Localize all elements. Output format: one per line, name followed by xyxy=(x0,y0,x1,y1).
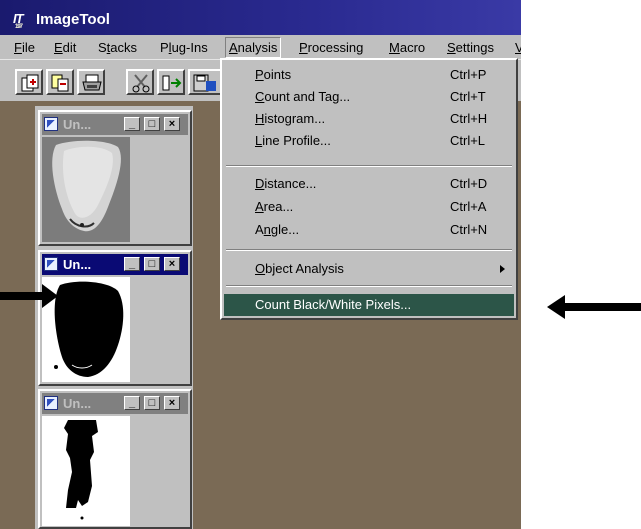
shortcut-label: Ctrl+T xyxy=(450,89,486,104)
menu-item-points[interactable]: Points Ctrl+P xyxy=(224,64,514,86)
analysis-menu: Points Ctrl+P Count and Tag... Ctrl+T Hi… xyxy=(220,58,518,320)
arrow-left-icon xyxy=(547,295,641,319)
shortcut-label: Ctrl+A xyxy=(450,199,487,214)
save-icon xyxy=(193,74,216,92)
document-canvas[interactable] xyxy=(42,277,188,382)
maximize-button[interactable]: □ xyxy=(144,117,160,131)
document-title-bar[interactable]: Un... _ □ × xyxy=(42,393,188,414)
menu-item-line-profile[interactable]: Line Profile... Ctrl+L xyxy=(224,130,514,152)
menu-stacks[interactable]: Stacks xyxy=(98,40,137,55)
menu-item-count-black-white-pixels[interactable]: Count Black/White Pixels... xyxy=(224,294,514,316)
open-icon xyxy=(21,74,39,92)
document-canvas[interactable] xyxy=(42,137,188,242)
document-title: Un... xyxy=(63,396,92,411)
arrow-right-icon xyxy=(0,284,58,308)
document-title-bar[interactable]: Un... _ □ × xyxy=(42,254,188,275)
menu-plug-ins[interactable]: Plug-Ins xyxy=(160,40,208,55)
close-button[interactable]: × xyxy=(164,396,180,410)
document-title: Un... xyxy=(63,257,92,272)
document-window-3[interactable]: Un... _ □ × xyxy=(38,389,192,529)
submenu-arrow-icon xyxy=(500,265,505,273)
menu-processing[interactable]: Processing xyxy=(299,40,363,55)
menu-bar: File Edit Stacks Plug-Ins Analysis Proce… xyxy=(0,35,521,59)
app-logo-icon: IT 197 xyxy=(13,11,24,30)
menu-settings[interactable]: Settings xyxy=(447,40,494,55)
close-button[interactable]: × xyxy=(164,117,180,131)
imagetool-window: IT 197 ImageTool File Edit Stacks Plug-In… xyxy=(0,0,521,529)
document-title-bar[interactable]: Un... _ □ × xyxy=(42,114,188,135)
shortcut-label: Ctrl+D xyxy=(450,176,488,191)
image-doc-icon xyxy=(44,117,58,131)
menu-view[interactable]: V xyxy=(515,40,521,55)
menu-item-distance[interactable]: Distance... Ctrl+D xyxy=(224,173,514,195)
menu-file[interactable]: File xyxy=(14,40,35,55)
image-doc-icon xyxy=(44,257,58,271)
open-button[interactable] xyxy=(15,69,43,95)
flip-icon xyxy=(162,75,182,91)
document-window-1[interactable]: Un... _ □ × xyxy=(38,110,192,246)
menu-item-histogram[interactable]: Histogram... Ctrl+H xyxy=(224,108,514,130)
minimize-button[interactable]: _ xyxy=(124,396,140,410)
maximize-button[interactable]: □ xyxy=(144,257,160,271)
menu-macro[interactable]: Macro xyxy=(389,40,425,55)
app-title: ImageTool xyxy=(36,11,110,28)
menu-separator xyxy=(226,285,512,287)
menu-separator xyxy=(226,249,512,251)
maximize-button[interactable]: □ xyxy=(144,396,160,410)
copy-icon xyxy=(51,74,69,92)
menu-analysis[interactable]: Analysis xyxy=(225,37,282,58)
print-icon xyxy=(82,74,102,91)
save-button[interactable] xyxy=(188,69,222,95)
shortcut-label: Ctrl+N xyxy=(450,222,488,237)
gray-blob-image xyxy=(42,137,130,242)
document-window-2[interactable]: Un... _ □ × xyxy=(38,250,192,386)
menu-edit[interactable]: Edit xyxy=(54,40,76,55)
document-title: Un... xyxy=(63,117,92,132)
menu-item-area[interactable]: Area... Ctrl+A xyxy=(224,196,514,218)
cut-button[interactable] xyxy=(126,69,154,95)
minimize-button[interactable]: _ xyxy=(124,117,140,131)
shortcut-label: Ctrl+P xyxy=(450,67,487,82)
minimize-button[interactable]: _ xyxy=(124,257,140,271)
copy-button[interactable] xyxy=(46,69,74,95)
document-canvas[interactable] xyxy=(42,416,188,526)
cut-icon xyxy=(132,74,150,93)
flip-button[interactable] xyxy=(157,69,185,95)
close-button[interactable]: × xyxy=(164,257,180,271)
menu-separator xyxy=(226,165,512,167)
black-figure-image xyxy=(42,416,130,526)
menu-item-count-and-tag[interactable]: Count and Tag... Ctrl+T xyxy=(224,86,514,108)
shortcut-label: Ctrl+L xyxy=(450,133,486,148)
menu-item-object-analysis[interactable]: Object Analysis xyxy=(224,258,514,280)
image-doc-icon xyxy=(44,396,58,410)
title-bar[interactable]: IT 197 ImageTool xyxy=(0,0,521,35)
print-button[interactable] xyxy=(77,69,105,95)
shortcut-label: Ctrl+H xyxy=(450,111,488,126)
menu-item-angle[interactable]: Angle... Ctrl+N xyxy=(224,219,514,241)
